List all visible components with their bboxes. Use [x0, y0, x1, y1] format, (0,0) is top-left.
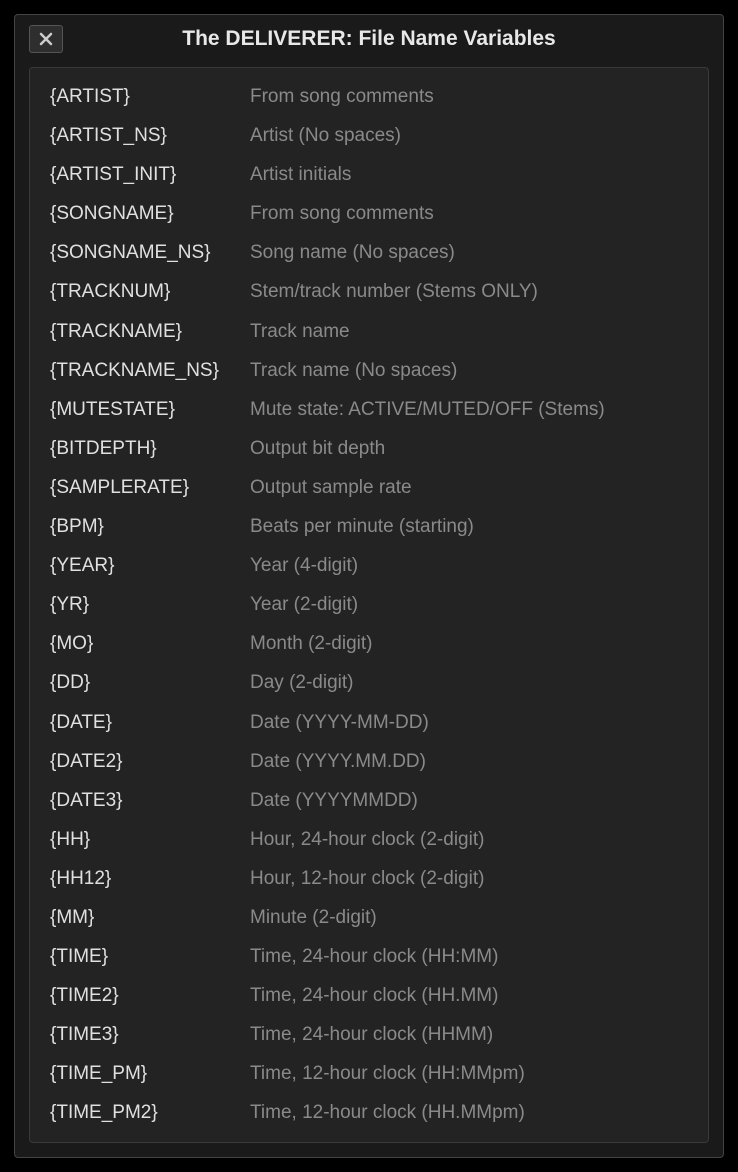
variable-row: {DD}Day (2-digit) — [50, 670, 688, 697]
variable-description: Year (2-digit) — [250, 592, 358, 619]
dialog-title: The DELIVERER: File Name Variables — [182, 27, 555, 51]
variable-description: Time, 24-hour clock (HHMM) — [250, 1022, 493, 1049]
variable-name: {BPM} — [50, 514, 250, 541]
variable-description: Time, 24-hour clock (HH:MM) — [250, 944, 498, 971]
variable-name: {DATE} — [50, 710, 250, 737]
variable-description: From song comments — [250, 201, 434, 228]
variable-name: {TIME_PM2} — [50, 1100, 250, 1127]
variable-description: Output bit depth — [250, 436, 385, 463]
variable-row: {TIME}Time, 24-hour clock (HH:MM) — [50, 944, 688, 971]
variable-name: {SONGNAME_NS} — [50, 240, 250, 267]
variable-row: {DATE}Date (YYYY-MM-DD) — [50, 710, 688, 737]
variable-row: {TIME3}Time, 24-hour clock (HHMM) — [50, 1022, 688, 1049]
variable-name: {HH12} — [50, 866, 250, 893]
variable-row: {ARTIST_INIT}Artist initials — [50, 162, 688, 189]
variable-name: {SAMPLERATE} — [50, 475, 250, 502]
variable-description: Hour, 12-hour clock (2-digit) — [250, 866, 484, 893]
variable-description: From song comments — [250, 84, 434, 111]
variable-row: {YR}Year (2-digit) — [50, 592, 688, 619]
variable-row: {HH12}Hour, 12-hour clock (2-digit) — [50, 866, 688, 893]
variable-row: {TIME_PM3}Time, 12-hour clock (HHMMpm) — [50, 1140, 688, 1143]
variable-row: {YEAR}Year (4-digit) — [50, 553, 688, 580]
variable-name: {TIME2} — [50, 983, 250, 1010]
variable-name: {HH} — [50, 827, 250, 854]
variable-description: Minute (2-digit) — [250, 905, 377, 932]
close-icon — [38, 31, 54, 47]
close-button[interactable] — [29, 25, 63, 53]
variable-row: {SAMPLERATE}Output sample rate — [50, 475, 688, 502]
variable-description: Mute state: ACTIVE/MUTED/OFF (Stems) — [250, 397, 605, 424]
variable-name: {MM} — [50, 905, 250, 932]
variable-row: {ARTIST_NS}Artist (No spaces) — [50, 123, 688, 150]
variable-name: {TIME_PM} — [50, 1061, 250, 1088]
variable-row: {TIME_PM2}Time, 12-hour clock (HH.MMpm) — [50, 1100, 688, 1127]
variable-row: {MUTESTATE}Mute state: ACTIVE/MUTED/OFF … — [50, 397, 688, 424]
variable-name: {MUTESTATE} — [50, 397, 250, 424]
variable-row: {DATE2}Date (YYYY.MM.DD) — [50, 749, 688, 776]
variable-name: {TRACKNAME_NS} — [50, 358, 250, 385]
variable-name: {YR} — [50, 592, 250, 619]
variable-row: {TIME2}Time, 24-hour clock (HH.MM) — [50, 983, 688, 1010]
variable-description: Track name — [250, 319, 350, 346]
variable-row: {MM}Minute (2-digit) — [50, 905, 688, 932]
variable-row: {SONGNAME_NS}Song name (No spaces) — [50, 240, 688, 267]
variable-name: {ARTIST_INIT} — [50, 162, 250, 189]
variable-row: {ARTIST}From song comments — [50, 84, 688, 111]
variable-row: {SONGNAME}From song comments — [50, 201, 688, 228]
variable-list: {ARTIST}From song comments{ARTIST_NS}Art… — [29, 67, 709, 1143]
variable-description: Time, 12-hour clock (HH.MMpm) — [250, 1100, 525, 1127]
variable-row: {BPM}Beats per minute (starting) — [50, 514, 688, 541]
variable-description: Time, 12-hour clock (HHMMpm) — [250, 1140, 520, 1143]
variable-description: Date (YYYY.MM.DD) — [250, 749, 426, 776]
dialog-header: The DELIVERER: File Name Variables — [15, 15, 723, 59]
variable-name: {TIME} — [50, 944, 250, 971]
variable-description: Date (YYYY-MM-DD) — [250, 710, 429, 737]
variable-description: Month (2-digit) — [250, 631, 373, 658]
variable-description: Year (4-digit) — [250, 553, 358, 580]
variable-description: Artist (No spaces) — [250, 123, 401, 150]
variable-name: {TRACKNAME} — [50, 319, 250, 346]
variable-row: {TRACKNUM}Stem/track number (Stems ONLY) — [50, 279, 688, 306]
variable-row: {DATE3}Date (YYYYMMDD) — [50, 788, 688, 815]
variable-name: {BITDEPTH} — [50, 436, 250, 463]
variable-name: {DATE2} — [50, 749, 250, 776]
variable-name: {TRACKNUM} — [50, 279, 250, 306]
variable-row: {BITDEPTH}Output bit depth — [50, 436, 688, 463]
variable-name: {DD} — [50, 670, 250, 697]
variable-description: Time, 24-hour clock (HH.MM) — [250, 983, 498, 1010]
variable-description: Artist initials — [250, 162, 351, 189]
variable-name: {TIME_PM3} — [50, 1140, 250, 1143]
variable-name: {ARTIST} — [50, 84, 250, 111]
variable-name: {MO} — [50, 631, 250, 658]
variable-description: Beats per minute (starting) — [250, 514, 474, 541]
variable-row: {MO}Month (2-digit) — [50, 631, 688, 658]
variable-name: {DATE3} — [50, 788, 250, 815]
variable-row: {HH}Hour, 24-hour clock (2-digit) — [50, 827, 688, 854]
variable-description: Time, 12-hour clock (HH:MMpm) — [250, 1061, 525, 1088]
variable-description: Hour, 24-hour clock (2-digit) — [250, 827, 484, 854]
variable-description: Output sample rate — [250, 475, 412, 502]
variable-name: {YEAR} — [50, 553, 250, 580]
variable-description: Song name (No spaces) — [250, 240, 455, 267]
variable-name: {ARTIST_NS} — [50, 123, 250, 150]
variable-row: {TIME_PM}Time, 12-hour clock (HH:MMpm) — [50, 1061, 688, 1088]
variable-name: {SONGNAME} — [50, 201, 250, 228]
variable-name: {TIME3} — [50, 1022, 250, 1049]
variable-description: Track name (No spaces) — [250, 358, 457, 385]
dialog-window: The DELIVERER: File Name Variables {ARTI… — [14, 14, 724, 1158]
variable-row: {TRACKNAME_NS}Track name (No spaces) — [50, 358, 688, 385]
variable-description: Day (2-digit) — [250, 670, 353, 697]
variable-row: {TRACKNAME}Track name — [50, 319, 688, 346]
variable-description: Stem/track number (Stems ONLY) — [250, 279, 538, 306]
variable-description: Date (YYYYMMDD) — [250, 788, 418, 815]
